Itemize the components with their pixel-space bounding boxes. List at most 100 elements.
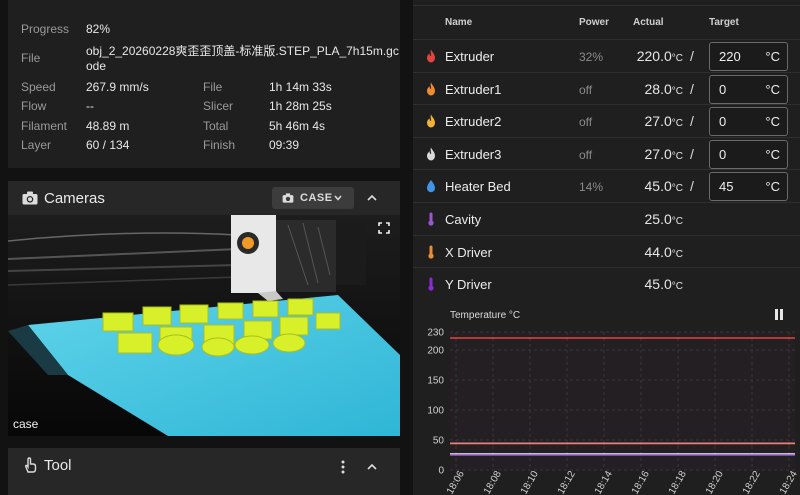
chart-point: [603, 442, 605, 445]
chart-point: [751, 454, 753, 456]
chart-x-tick-label: 18:10: [519, 469, 541, 495]
temp-row-actual-unit: °C: [671, 216, 683, 227]
file-name-line2: ode: [86, 59, 107, 73]
temp-row-power: off: [579, 147, 593, 162]
header-power: Power: [579, 17, 610, 28]
collapse-chevron-icon[interactable]: [367, 194, 377, 201]
chart-point: [640, 442, 642, 445]
layer-label: Layer: [21, 138, 52, 152]
chart-y-tick-label: 50: [433, 436, 445, 447]
fire-icon: [427, 114, 435, 128]
temp-row-actual-value: 220.0: [636, 48, 672, 64]
chart-x-tick-label: 18:06: [445, 469, 467, 495]
target-temp-input[interactable]: 0 °C: [709, 139, 788, 169]
temp-row-actual: 28.0°C: [607, 81, 683, 97]
cameras-card: Cameras CASE case: [8, 181, 400, 436]
total-value: 5h 46m 4s: [269, 119, 326, 133]
header-name: Name: [445, 17, 473, 28]
pause-icon[interactable]: [774, 309, 784, 320]
temp-row-actual-unit: °C: [671, 85, 683, 97]
thermometer-icon: [428, 277, 434, 291]
camera-stream: case: [8, 215, 400, 436]
chevron-down-icon: [334, 195, 342, 201]
temp-row-actual-unit: °C: [671, 183, 683, 195]
target-temp-unit: °C: [765, 49, 780, 64]
chart-point: [640, 337, 642, 339]
temp-row-separator: /: [690, 145, 694, 162]
chart-point: [751, 337, 753, 339]
thermometer-icon: [428, 212, 434, 226]
chart-y-tick-label: 200: [427, 346, 444, 357]
file-name-line1: obj_2_20260228爽歪歪顶盖-标准版.STEP_PLA_7h15m.g…: [86, 44, 399, 58]
target-temp-input[interactable]: 45 °C: [709, 172, 788, 202]
temp-row-name: Heater Bed: [445, 179, 511, 195]
temp-row-name: X Driver: [445, 244, 492, 260]
temp-row-actual-unit: °C: [671, 248, 683, 260]
layer-value: 60 / 134: [86, 138, 130, 152]
temp-row-actual: 220.0°C: [607, 48, 683, 64]
temp-row-power: 32%: [579, 50, 604, 64]
chart-point: [492, 337, 494, 339]
chart-y-tick-label: 0: [438, 466, 444, 477]
chart-x-tick-label: 18:24: [778, 469, 800, 495]
target-temp-input[interactable]: 220 °C: [709, 42, 788, 71]
fullscreen-icon[interactable]: [378, 222, 390, 234]
fire-icon: [427, 49, 435, 63]
chart-point: [714, 454, 716, 456]
chart-point: [788, 454, 790, 456]
target-temp-unit: °C: [765, 81, 780, 97]
fire-icon: [427, 82, 435, 96]
temp-row-actual-unit: °C: [671, 150, 683, 162]
camera-selector-button[interactable]: CASE: [272, 187, 354, 209]
camera-caption: case: [13, 417, 39, 431]
collapse-chevron-icon[interactable]: [367, 463, 377, 470]
slicer-label: Slicer: [203, 99, 234, 113]
chart-y-tick-label: 230: [427, 328, 444, 339]
temp-row-separator: /: [690, 113, 694, 130]
finish-value: 09:39: [269, 138, 300, 152]
hand-pointer-icon: [24, 457, 37, 473]
temp-row-actual: 27.0°C: [607, 146, 683, 162]
target-temp-value: 220: [719, 49, 741, 64]
chart-point: [788, 442, 790, 445]
target-temp-unit: °C: [765, 179, 780, 195]
temp-row-actual-value: 25.0: [644, 211, 672, 227]
temp-row-actual-value: 44.0: [644, 243, 672, 260]
more-vertical-icon[interactable]: [341, 460, 345, 474]
header-target: Target: [709, 17, 739, 28]
temp-row-name: Extruder1: [445, 81, 502, 97]
slicer-value: 1h 28m 25s: [269, 99, 332, 113]
chart-point: [603, 337, 605, 339]
chart-point: [603, 454, 605, 456]
temp-row-extruder1: Extruder1 off 28.0°C/0 °C: [413, 71, 800, 105]
temp-row-name: Cavity: [445, 212, 482, 227]
file-label: File: [21, 51, 41, 65]
temp-row-extruder2: Extruder2 off 27.0°C/0 °C: [413, 104, 800, 137]
chart-point: [566, 442, 568, 445]
temp-row-name: Y Driver: [445, 277, 492, 293]
chart-point: [529, 442, 531, 445]
chart-x-tick-label: 18:08: [482, 469, 504, 495]
chart-x-tick-label: 18:16: [630, 469, 652, 495]
tool-title: Tool: [44, 457, 72, 474]
temp-row-actual-value: 27.0: [644, 113, 672, 130]
target-temp-unit: °C: [765, 146, 780, 162]
temp-row-actual-unit: °C: [671, 281, 683, 293]
print-status-panel: Progress 82% File obj_2_20260228爽歪歪顶盖-标准…: [8, 0, 400, 168]
tool-card: Tool: [8, 448, 400, 495]
filament-value: 48.89 m: [86, 119, 130, 133]
chart-x-tick-label: 18:14: [593, 469, 615, 495]
target-temp-input[interactable]: 0 °C: [709, 107, 788, 137]
target-temp-input[interactable]: 0 °C: [709, 74, 788, 104]
temp-row-actual: 45.0°C: [607, 178, 683, 194]
progress-label: Progress: [21, 22, 70, 36]
temp-row-name: Extruder2: [445, 114, 502, 130]
chart-point: [677, 454, 679, 456]
target-temp-value: 0: [719, 114, 727, 130]
chart-point: [677, 442, 679, 445]
target-temp-value: 0: [719, 81, 727, 97]
finish-label: Finish: [203, 138, 236, 152]
file-time-label: File: [203, 80, 223, 94]
fire-icon: [427, 147, 435, 161]
temp-row-x-driver: X Driver 44.0°C: [413, 234, 800, 268]
